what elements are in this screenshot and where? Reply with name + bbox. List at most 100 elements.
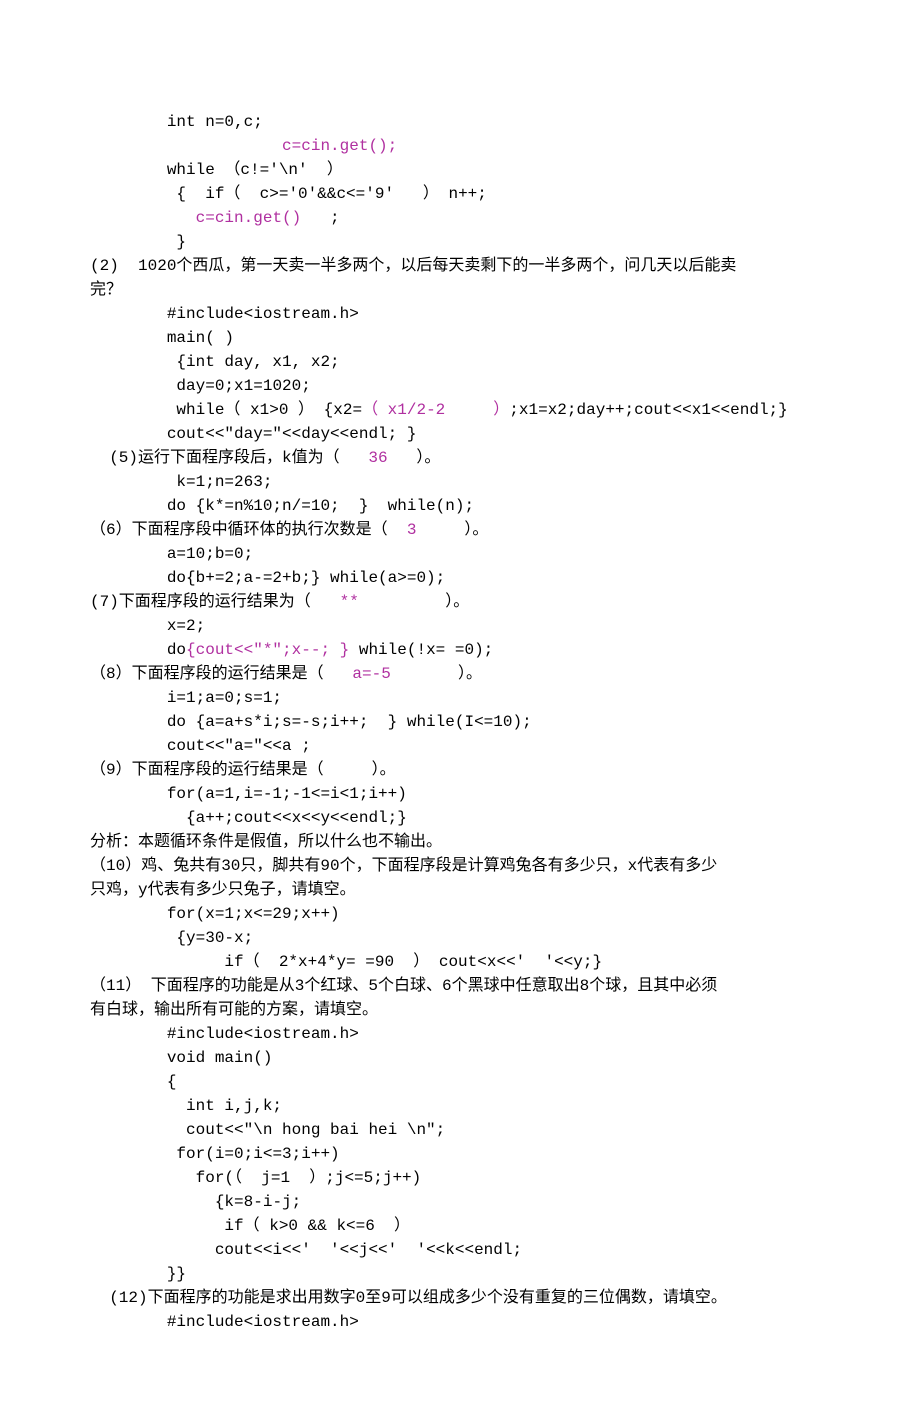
code-line: i=1;a=0;s=1; — [90, 686, 830, 710]
answer-text: （ x1/2-2 ） — [362, 401, 509, 419]
code-line: } — [90, 230, 830, 254]
text-segment: i=1;a=0;s=1; — [167, 689, 282, 707]
code-line: x=2; — [90, 614, 830, 638]
code-line: #include<iostream.h> — [90, 302, 830, 326]
text-segment: {int day, x1, x2; — [167, 353, 340, 371]
text-segment: ）。 — [359, 593, 469, 611]
text-segment: do {a=a+s*i;s=-s;i++; } while(I<=10); — [167, 713, 532, 731]
code-line: do{cout<<"*";x--; } while(!x= =0); — [90, 638, 830, 662]
code-line: cout<<"a="<<a ; — [90, 734, 830, 758]
text-segment: for(（ j=1 ）;j<=5;j++) — [196, 1169, 422, 1187]
text-segment: } — [176, 233, 186, 251]
code-line: #include<iostream.h> — [90, 1310, 830, 1334]
code-line: {a++;cout<<x<<y<<endl;} — [90, 806, 830, 830]
text-segment: {a++;cout<<x<<y<<endl;} — [186, 809, 407, 827]
code-line: int i,j,k; — [90, 1094, 830, 1118]
text-segment: { — [167, 1073, 177, 1091]
code-line: 分析：本题循环条件是假值，所以什么也不输出。 — [90, 830, 830, 854]
text-segment: if（ k>0 && k<=6 ） — [224, 1217, 410, 1235]
text-segment: for(a=1,i=-1;-1<=i<1;i++) — [167, 785, 407, 803]
text-segment: { if（ c>='0'&&c<='9' ） n++; — [176, 185, 486, 203]
code-line: void main() — [90, 1046, 830, 1070]
answer-text: a=-5 — [352, 665, 390, 683]
text-segment: （9）下面程序段的运行结果是（ ）。 — [90, 761, 396, 779]
code-line: #include<iostream.h> — [90, 1022, 830, 1046]
answer-text: 3 — [407, 521, 417, 539]
text-segment: (2) 1020个西瓜，第一天卖一半多两个，以后每天卖剩下的一半多两个，问几天以… — [90, 257, 736, 275]
text-segment: while(!x= =0); — [349, 641, 493, 659]
text-segment: （11） 下面程序的功能是从3个红球、5个白球、6个黑球中任意取出8个球，且其中… — [90, 977, 717, 995]
code-line: 完？ — [90, 278, 830, 302]
text-segment: do {k*=n%10;n/=10; } while(n); — [167, 497, 474, 515]
code-line: int n=0,c; — [90, 110, 830, 134]
text-segment: cout<<"a="<<a ; — [167, 737, 311, 755]
code-line: {k=8-i-j; — [90, 1190, 830, 1214]
code-line: if（ k>0 && k<=6 ） — [90, 1214, 830, 1238]
code-line: （10）鸡、兔共有30只，脚共有90个，下面程序段是计算鸡兔各有多少只，x代表有… — [90, 854, 830, 878]
text-segment: main( ) — [167, 329, 234, 347]
text-segment: x=2; — [167, 617, 205, 635]
code-line: （6）下面程序段中循环体的执行次数是（ 3 ）。 — [90, 518, 830, 542]
code-line: while（ x1>0 ） {x2=（ x1/2-2 ）;x1=x2;day++… — [90, 398, 830, 422]
text-segment: if（ 2*x+4*y= =90 ） cout<x<<' '<<y;} — [224, 953, 602, 971]
code-line: a=10;b=0; — [90, 542, 830, 566]
code-line: do {a=a+s*i;s=-s;i++; } while(I<=10); — [90, 710, 830, 734]
answer-text: 36 — [368, 449, 387, 467]
code-line: { — [90, 1070, 830, 1094]
code-line: for(a=1,i=-1;-1<=i<1;i++) — [90, 782, 830, 806]
document-page: int n=0,c; c=cin.get(); while （c!='\n' ）… — [0, 0, 920, 1414]
code-line: do {k*=n%10;n/=10; } while(n); — [90, 494, 830, 518]
code-line: {int day, x1, x2; — [90, 350, 830, 374]
code-line: (5)运行下面程序段后，k值为（ 36 ）。 — [90, 446, 830, 470]
text-segment: do{b+=2;a-=2+b;} while(a>=0); — [167, 569, 445, 587]
code-line: （8）下面程序段的运行结果是（ a=-5 ）。 — [90, 662, 830, 686]
text-segment: while （c!='\n' ） — [167, 161, 343, 179]
text-segment: cout<<i<<' '<<j<<' '<<k<<endl; — [215, 1241, 522, 1259]
text-segment: (12)下面程序的功能是求出用数字0至9可以组成多少个没有重复的三位偶数，请填空… — [109, 1289, 727, 1307]
code-line: c=cin.get(); — [90, 134, 830, 158]
code-line: day=0;x1=1020; — [90, 374, 830, 398]
code-line: do{b+=2;a-=2+b;} while(a>=0); — [90, 566, 830, 590]
code-line: { if（ c>='0'&&c<='9' ） n++; — [90, 182, 830, 206]
text-segment: 只鸡，y代表有多少只兔子，请填空。 — [90, 881, 356, 899]
text-segment: for(i=0;i<=3;i++) — [176, 1145, 339, 1163]
text-segment: #include<iostream.h> — [167, 1313, 359, 1331]
code-line: k=1;n=263; — [90, 470, 830, 494]
text-segment: day=0;x1=1020; — [176, 377, 310, 395]
code-line: for(（ j=1 ）;j<=5;j++) — [90, 1166, 830, 1190]
code-line: main( ) — [90, 326, 830, 350]
text-segment: （8）下面程序段的运行结果是（ — [90, 665, 352, 683]
code-line: {y=30-x; — [90, 926, 830, 950]
code-line: 有白球，输出所有可能的方案，请填空。 — [90, 998, 830, 1022]
code-line: (7)下面程序段的运行结果为（ ** ）。 — [90, 590, 830, 614]
text-segment: do — [167, 641, 186, 659]
code-line: }} — [90, 1262, 830, 1286]
code-line: （11） 下面程序的功能是从3个红球、5个白球、6个黑球中任意取出8个球，且其中… — [90, 974, 830, 998]
code-line: 只鸡，y代表有多少只兔子，请填空。 — [90, 878, 830, 902]
text-segment: ; — [330, 209, 340, 227]
text-segment: （6）下面程序段中循环体的执行次数是（ — [90, 521, 407, 539]
code-line: while （c!='\n' ） — [90, 158, 830, 182]
code-line: cout<<"day="<<day<<endl; } — [90, 422, 830, 446]
text-segment: void main() — [167, 1049, 273, 1067]
text-segment: #include<iostream.h> — [167, 1025, 359, 1043]
text-segment: ）。 — [388, 449, 441, 467]
text-segment: (5)运行下面程序段后，k值为（ — [109, 449, 368, 467]
text-segment: {k=8-i-j; — [215, 1193, 301, 1211]
answer-text: ** — [340, 593, 359, 611]
text-segment: 分析：本题循环条件是假值，所以什么也不输出。 — [90, 833, 442, 851]
code-line: if（ 2*x+4*y= =90 ） cout<x<<' '<<y;} — [90, 950, 830, 974]
text-segment: }} — [167, 1265, 186, 1283]
code-line: (2) 1020个西瓜，第一天卖一半多两个，以后每天卖剩下的一半多两个，问几天以… — [90, 254, 830, 278]
text-segment: （10）鸡、兔共有30只，脚共有90个，下面程序段是计算鸡兔各有多少只，x代表有… — [90, 857, 717, 875]
code-line: cout<<"\n hong bai hei \n"; — [90, 1118, 830, 1142]
text-segment: ;x1=x2;day++;cout<<x1<<endl;} — [509, 401, 787, 419]
text-segment: a=10;b=0; — [167, 545, 253, 563]
text-segment: (7)下面程序段的运行结果为（ — [90, 593, 340, 611]
code-line: c=cin.get() ; — [90, 206, 830, 230]
text-segment: int i,j,k; — [186, 1097, 282, 1115]
answer-text: {cout<<"*";x--; } — [186, 641, 349, 659]
code-line: for(x=1;x<=29;x++) — [90, 902, 830, 926]
text-segment: while（ x1>0 ） {x2= — [176, 401, 362, 419]
code-line: (12)下面程序的功能是求出用数字0至9可以组成多少个没有重复的三位偶数，请填空… — [90, 1286, 830, 1310]
